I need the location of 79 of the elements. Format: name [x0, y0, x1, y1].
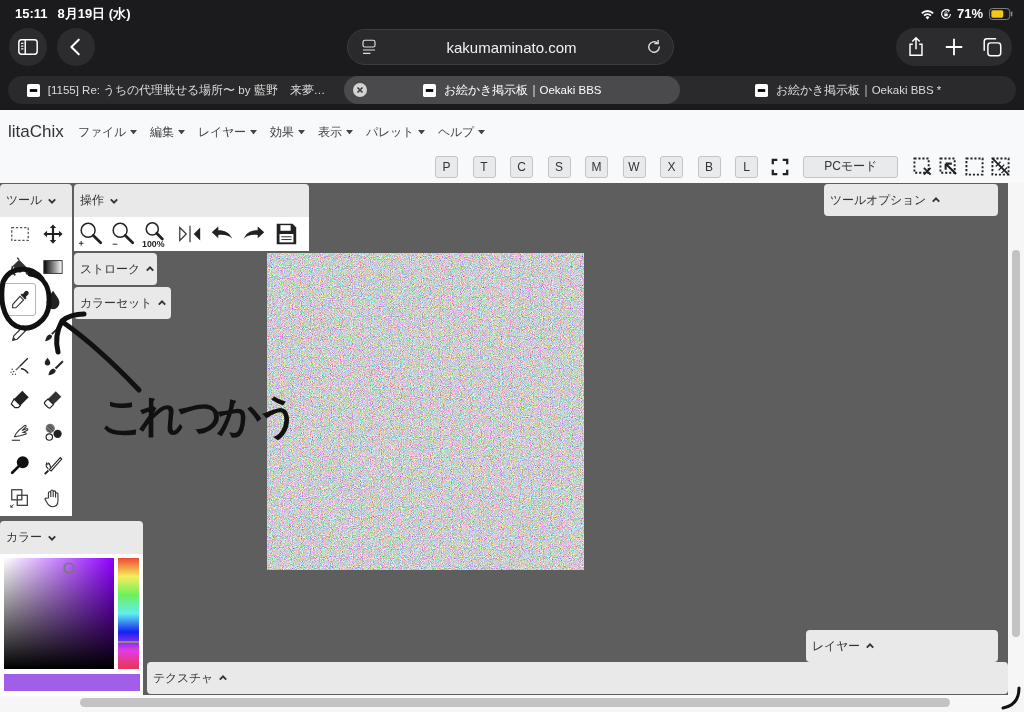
favicon-icon	[26, 83, 40, 97]
chevron-icon	[157, 299, 167, 307]
caret-icon	[345, 129, 353, 135]
caret-icon	[249, 129, 257, 135]
chevron-icon	[865, 642, 875, 650]
paint-bucket-icon	[8, 255, 31, 278]
menu-item[interactable]: ヘルプ	[437, 124, 485, 140]
dotted-square-icon[interactable]	[965, 157, 984, 176]
scrollbar-thumb[interactable]	[80, 698, 950, 707]
overlapping-squares-icon	[8, 486, 31, 509]
saturation-value-field[interactable]	[4, 558, 114, 669]
clock-time: 15:11	[15, 6, 48, 21]
caret-icon	[129, 129, 137, 135]
toolbar-button[interactable]: L	[735, 155, 758, 178]
back-button[interactable]	[57, 28, 95, 66]
tabs-icon[interactable]	[981, 36, 1003, 58]
browser-tab[interactable]: お絵かき掲示板｜Oekaki BBS *	[680, 76, 1016, 104]
move-arrows-icon	[41, 222, 64, 245]
rotation-lock-icon	[938, 6, 953, 21]
chevron-icon	[218, 674, 228, 682]
status-date: 8月19日 (水)	[57, 4, 131, 23]
close-tab-icon[interactable]	[353, 83, 367, 97]
toolbar-button[interactable]: M	[585, 155, 608, 178]
panel-header[interactable]: カラーセット	[74, 287, 171, 319]
caret-icon	[177, 129, 185, 135]
dotted-square-x-icon[interactable]	[913, 157, 932, 176]
chevron-icon	[47, 196, 57, 205]
panel-header[interactable]: ストローク	[74, 253, 157, 285]
menu-item[interactable]: レイヤー	[197, 124, 257, 140]
menu-item[interactable]: 編集	[149, 124, 185, 140]
ink-stroke	[1001, 686, 1021, 710]
reload-icon[interactable]	[645, 38, 663, 56]
sidebar-button[interactable]	[9, 28, 47, 66]
favicon-icon	[754, 83, 768, 97]
menu-item[interactable]: ファイル	[77, 124, 137, 140]
panel-header[interactable]: レイヤー	[806, 630, 998, 662]
toolbar-button[interactable]: P	[435, 155, 458, 178]
battery-percentage: 71%	[956, 6, 983, 21]
panel-header[interactable]: カラー	[0, 521, 143, 554]
zoom-out-icon[interactable]	[109, 221, 135, 247]
scrollbar-thumb[interactable]	[1012, 250, 1020, 637]
toolbar-button[interactable]: B	[697, 155, 721, 178]
caret-icon	[477, 129, 485, 135]
plus-icon[interactable]	[943, 36, 965, 58]
caret-icon	[297, 129, 305, 135]
dotted-square-slash-icon[interactable]	[991, 157, 1010, 176]
menu-item[interactable]: 効果	[269, 124, 305, 140]
app-logo: litaChix	[8, 122, 64, 142]
panel-header[interactable]: 操作	[74, 184, 309, 217]
fullscreen-icon[interactable]	[771, 157, 789, 176]
hue-marker[interactable]	[118, 641, 139, 644]
page-menu-icon[interactable]	[360, 38, 378, 56]
panel-header[interactable]: ツール	[0, 184, 72, 217]
toolbar-button[interactable]: X	[660, 155, 683, 178]
tool-button[interactable]	[3, 283, 36, 316]
chevron-icon	[47, 533, 57, 542]
chevron-icon	[145, 265, 155, 273]
sidebar-icon	[17, 36, 39, 58]
favicon-icon	[422, 83, 436, 97]
battery-icon	[989, 7, 1013, 20]
chevron-icon	[109, 196, 119, 205]
toolbar-button[interactable]: T	[472, 155, 496, 178]
panel-header[interactable]: テクスチャ	[147, 662, 1008, 694]
address-bar[interactable]: kakumaminato.com	[347, 29, 674, 65]
browser-tab[interactable]: [1155] Re: うちの代理載せる場所〜 by 藍野 来夢…	[8, 76, 344, 104]
wifi-icon	[919, 7, 935, 20]
browser-tab[interactable]: お絵かき掲示板｜Oekaki BBS	[344, 76, 680, 104]
caret-icon	[417, 129, 425, 135]
menu-item[interactable]: 表示	[317, 124, 353, 140]
toolbar-button[interactable]: C	[510, 155, 533, 178]
panel-header[interactable]: ツールオプション	[824, 184, 998, 216]
menu-item[interactable]: パレット	[365, 124, 425, 140]
mode-button[interactable]: PCモード	[803, 155, 898, 178]
hue-slider[interactable]	[118, 558, 139, 669]
toolbar-button[interactable]: W	[622, 155, 646, 178]
toolbar-button[interactable]: S	[547, 155, 571, 178]
round-stamp-icon	[8, 453, 31, 476]
chevron-icon	[931, 196, 941, 204]
zoom-in-icon[interactable]	[77, 221, 103, 247]
